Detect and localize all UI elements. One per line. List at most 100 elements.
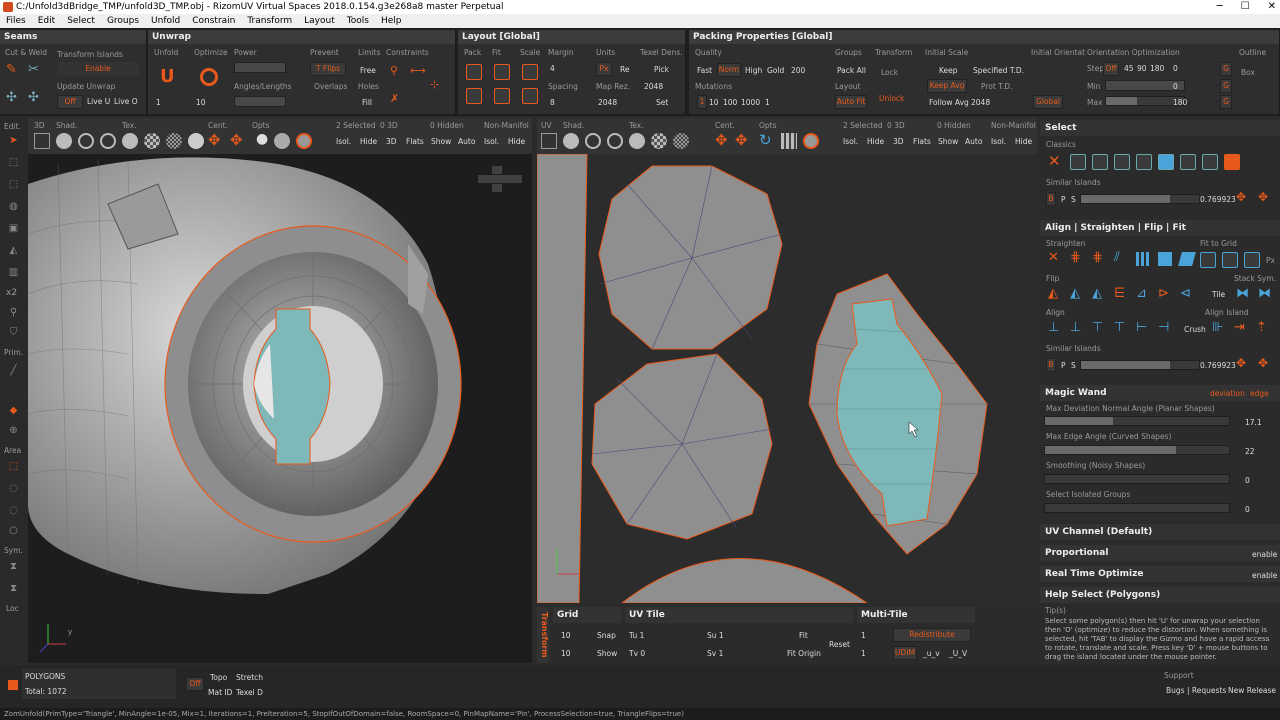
units-re-button[interactable]: Re [620,65,630,74]
g-button-2[interactable]: G [1220,79,1232,93]
sv-field[interactable]: Sv 1 [707,649,723,658]
circle-select-icon[interactable]: ○ [6,524,21,537]
center-sel-icon[interactable]: ✥ [230,131,243,149]
align-b-button[interactable]: B [1046,358,1056,372]
bugs-link[interactable]: Bugs | Requests [1166,686,1226,695]
pin-icon[interactable]: ⚲ [390,64,398,77]
straighten-icon-6[interactable] [1158,252,1172,266]
keep-toggle[interactable]: Keep [939,66,958,75]
straighten-icon-7[interactable] [1178,252,1196,266]
fit-button[interactable]: Fit [799,631,808,640]
island-icon[interactable]: ▥ [6,266,21,279]
multitile-value-1[interactable]: 1 [861,631,866,640]
stretch-toggle[interactable]: Stretch [236,673,263,682]
uv-checker-icon[interactable] [651,133,667,149]
menu-edit[interactable]: Edit [38,14,55,28]
max-dev-slider[interactable] [1044,416,1230,426]
auto-fit-button[interactable]: Auto Fit [835,95,867,109]
vertex-select-icon[interactable]: ⬚ [6,156,21,169]
box-toggle[interactable]: Box [1241,68,1255,77]
g-button-1[interactable]: G [1220,62,1232,76]
texeld-toggle[interactable]: Texel D [236,688,263,697]
vpuv-hide-2[interactable]: Hide [1015,137,1032,146]
quality-high[interactable]: High [745,66,762,75]
unlock-toggle[interactable]: Unlock [879,94,904,103]
align-similar-add-icon[interactable]: ✥ [1258,356,1268,370]
menu-tools[interactable]: Tools [347,14,369,28]
vp3d-isol[interactable]: Isol. [336,137,351,146]
align-island-icon-3[interactable]: ⇡ [1256,320,1267,335]
axis-constraint-icon[interactable]: ⊹ [430,78,439,91]
transform-tab[interactable]: Transform [537,607,549,663]
overlaps-label[interactable]: Overlaps [314,82,347,91]
fit-grid-icon-3[interactable] [1244,252,1260,268]
select-grow-icon[interactable] [1114,154,1130,170]
uv-channel-title[interactable]: UV Channel (Default) [1040,524,1280,540]
set-button[interactable]: Set [656,98,668,107]
align-icon-5[interactable]: ⊢ [1136,320,1147,335]
polygon-tool-icon[interactable]: ◆ [6,404,21,417]
vp3d-3d[interactable]: 3D [386,137,397,146]
crush-button[interactable]: Crush [1184,325,1206,334]
similar-add-icon[interactable]: ✥ [1258,190,1268,204]
fit-origin-button[interactable]: Fit Origin [787,649,821,658]
max-edge-value[interactable]: 22 [1245,447,1255,456]
lasso-icon[interactable]: ◌ [6,482,21,495]
pick-button[interactable]: Pick [654,65,669,74]
vp3d-show[interactable]: Show [431,137,451,146]
grid-value-1[interactable]: 10 [561,631,571,640]
pack-icon[interactable] [466,64,482,80]
similar-islands-value[interactable]: 0.769923 [1200,195,1236,204]
straighten-icon-1[interactable]: ✕ [1048,250,1059,265]
step-45[interactable]: 45 [1124,64,1134,73]
fit-all-icon[interactable] [494,88,510,104]
uv-texture-icon[interactable] [629,133,645,149]
uv-shade-icon[interactable] [563,133,579,149]
grid-value-2[interactable]: 10 [561,649,571,658]
straighten-icon-3[interactable]: ⋕ [1092,250,1103,265]
proportional-enable-button[interactable]: enable [1252,550,1277,559]
select-shrink-icon[interactable] [1136,154,1152,170]
align-icon-1[interactable]: ⊥ [1048,320,1059,335]
flip-u-icon[interactable]: ◭ [1048,286,1058,301]
seam-loop-icon[interactable]: ✣ [28,90,44,106]
su-field[interactable]: Su 1 [707,631,724,640]
align-similar-select-icon[interactable]: ✥ [1236,356,1246,370]
shade-smooth-icon[interactable] [56,133,72,149]
uv-rotate-icon[interactable]: ↻ [759,131,772,149]
uv-wire2-icon[interactable] [607,133,623,149]
rto-enable-button[interactable]: enable [1252,571,1277,580]
fit-grid-icon-1[interactable] [1200,252,1216,268]
deselect-icon[interactable]: ✕ [1048,152,1061,170]
select-flipped-icon[interactable] [1202,154,1218,170]
snap-toggle[interactable]: Snap [597,631,616,640]
mutation-value[interactable]: 1 [765,98,770,107]
center-icon[interactable]: ✥ [208,131,221,149]
edge-select-icon[interactable]: ⬚ [6,178,21,191]
pack-all-toggle[interactable]: Pack All [837,66,866,75]
quality-gold[interactable]: Gold [767,66,784,75]
free-toggle[interactable]: Free [360,66,376,75]
tv-field[interactable]: Tv 0 [629,649,645,658]
vpuv-auto[interactable]: Auto [965,137,982,146]
viewport-3d[interactable]: 3D Shad. Tex. Cent. Opts ✥ ✥ ● 2 Selecte… [28,118,532,663]
magnet-icon[interactable]: ◭ [6,244,21,257]
opts-sphere-icon[interactable] [274,133,290,149]
fill-toggle[interactable]: Fill [362,98,372,107]
magic-deviation-toggle[interactable]: deviation [1210,389,1245,398]
lock-toggle[interactable]: Lock [881,68,898,77]
orient-global-button[interactable]: Global [1033,95,1063,109]
select-islands-icon[interactable] [1158,154,1174,170]
live-u-toggle[interactable]: Live U [87,97,110,106]
align-p-button[interactable]: P [1061,361,1066,370]
quality-norm[interactable]: Norm [717,63,741,77]
vp3d-flats[interactable]: Flats [406,137,424,146]
fit-icon[interactable] [494,64,510,80]
follow-avg-toggle[interactable]: Follow Avg [929,98,969,107]
pack-all-icon[interactable] [466,88,482,104]
symmetry-add-icon[interactable]: ⧗ [6,582,21,595]
u-v-button[interactable]: _u_v [923,649,940,658]
show-grid-toggle[interactable]: Show [597,649,617,658]
flip-v-icon[interactable]: ◭ [1070,286,1080,301]
straighten-icon-4[interactable]: ⫽ [1114,250,1120,265]
